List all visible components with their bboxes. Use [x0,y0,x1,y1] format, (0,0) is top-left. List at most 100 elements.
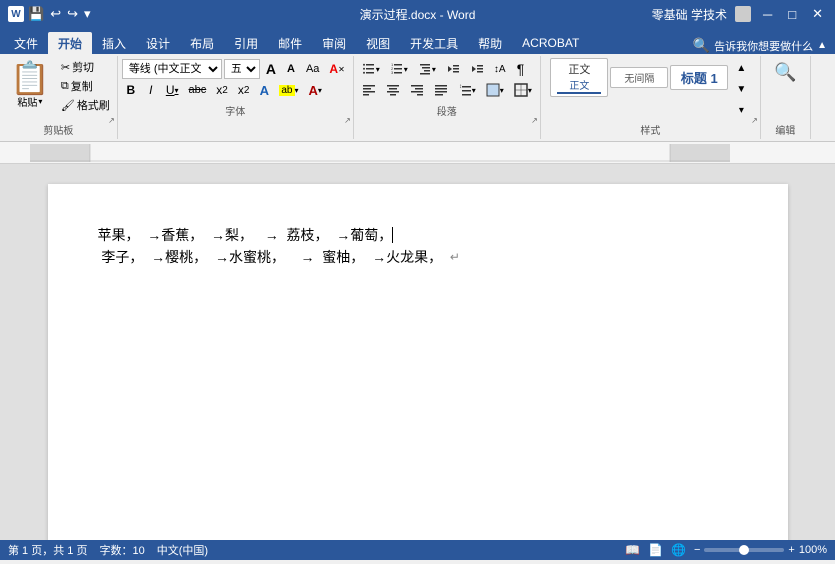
strikethrough-button[interactable]: abc [185,80,211,100]
save-button[interactable]: 💾 [28,6,44,22]
page-count: 第 1 页，共 1 页 [8,542,87,558]
font-color-dropdown[interactable]: ▾ [318,86,322,95]
title-bar: W 💾 ↩ ↪ ▾ 演示过程.docx - Word 零基础 学技术 ─ □ ✕ [0,0,835,28]
quick-access-toolbar: 💾 ↩ ↪ ▾ [28,6,91,22]
group-clipboard: 📋 粘贴 ▾ ✂ 剪切 ⧉ 复制 🖌 格式刷 [0,56,118,139]
find-button[interactable]: 🔍 [770,62,800,82]
line-spacing-button[interactable]: ↕ ▾ [454,80,480,100]
ribbon-collapse-button[interactable]: ▲ [817,40,827,51]
redo-button[interactable]: ↪ [67,6,78,22]
tab-file[interactable]: 文件 [4,32,48,54]
highlight-dropdown[interactable]: ▾ [295,86,299,95]
style-heading1[interactable]: 标题 1 [670,65,728,90]
bullets-button[interactable]: ▾ [358,59,384,79]
font-style-row: B I U ▾ abc x2 x2 A ab ▾ [122,80,349,100]
multilevel-icon [418,62,432,76]
paste-label: 粘贴 [17,94,37,109]
text-effect-button[interactable]: A [255,80,273,100]
para-expand-icon[interactable]: ↗ [531,116,538,125]
multilevel-dropdown[interactable]: ▾ [432,65,436,74]
clipboard-expand-icon[interactable]: ↗ [108,116,115,125]
font-shrink-button[interactable]: A [282,59,300,79]
styles-scroll-up[interactable]: ▲ [732,58,750,78]
style-normal[interactable]: 正文 正文 [550,58,608,97]
borders-button[interactable]: ▾ [510,80,536,100]
close-button[interactable]: ✕ [808,6,827,22]
tab-mailings[interactable]: 邮件 [268,32,312,54]
search-ribbon-label[interactable]: 告诉我你想要做什么 [714,38,813,54]
zoom-in-button[interactable]: + [788,544,794,556]
change-case-button[interactable]: Aa [302,59,323,79]
document-content-area[interactable]: 苹果， →香蕉， →梨， → 荔枝， →葡萄， 李子， →樱桃， →水蜜桃， →… [98,224,738,269]
numbering-button[interactable]: 123 ▾ [386,59,412,79]
style-no-spacing[interactable]: 无间隔 [610,67,668,88]
sort-button[interactable]: ↕A [490,59,510,79]
align-left-icon [362,83,376,97]
font-color-button[interactable]: A ▾ [305,80,326,100]
page-area[interactable]: 苹果， →香蕉， →梨， → 荔枝， →葡萄， 李子， →樱桃， →水蜜桃， →… [0,164,835,540]
tab-review[interactable]: 审阅 [312,32,356,54]
font-name-select[interactable]: 等线 (中文正文 [122,59,222,79]
align-right-button[interactable] [406,80,428,100]
increase-indent-button[interactable] [466,59,488,79]
underline-dropdown[interactable]: ▾ [174,86,178,95]
show-marks-button[interactable]: ¶ [512,59,530,79]
tab-layout[interactable]: 布局 [180,32,224,54]
editing-content: 🔍 [766,58,804,120]
decrease-indent-button[interactable] [442,59,464,79]
align-left-button[interactable] [358,80,380,100]
document-page[interactable]: 苹果， →香蕉， →梨， → 荔枝， →葡萄， 李子， →樱桃， →水蜜桃， →… [48,184,788,540]
font-expand-icon[interactable]: ↗ [344,116,351,125]
increase-indent-icon [470,62,484,76]
bold-button[interactable]: B [122,80,140,100]
copy-button[interactable]: ⧉ 复制 [58,77,113,95]
zoom-out-button[interactable]: − [694,544,700,556]
underline-button[interactable]: U ▾ [162,80,183,100]
zoom-level: 100% [799,544,827,556]
format-painter-button[interactable]: 🖌 格式刷 [58,96,113,114]
subscript-button[interactable]: x2 [212,80,232,100]
tab-references[interactable]: 引用 [224,32,268,54]
align-center-button[interactable] [382,80,404,100]
minimize-button[interactable]: ─ [759,7,776,22]
paste-label-row: 粘贴 ▾ [17,94,42,109]
group-styles: 正文 正文 无间隔 标题 1 ▲ ▼ ▾ 样式 ↗ [541,56,761,139]
justify-button[interactable] [430,80,452,100]
tab-insert[interactable]: 插入 [92,32,136,54]
document-title: 演示过程.docx - Word [360,6,476,23]
numbering-dropdown[interactable]: ▾ [404,65,408,74]
shading-button[interactable]: ▾ [482,80,508,100]
paste-dropdown-icon[interactable]: ▾ [38,97,42,106]
tab-help[interactable]: 帮助 [468,32,512,54]
superscript-button[interactable]: x2 [234,80,254,100]
clear-format-button[interactable]: A✕ [325,59,348,79]
read-view-icon[interactable]: 📖 [625,543,640,557]
borders-dropdown[interactable]: ▾ [528,86,532,95]
tab-view[interactable]: 视图 [356,32,400,54]
styles-expand-icon[interactable]: ↗ [751,116,758,125]
styles-expand[interactable]: ▾ [732,100,750,120]
maximize-button[interactable]: □ [784,7,800,22]
web-view-icon[interactable]: 🌐 [671,543,686,557]
clipboard-small-buttons: ✂ 剪切 ⧉ 复制 🖌 格式刷 [58,58,113,114]
font-grow-button[interactable]: A [262,59,280,79]
highlight-button[interactable]: ab ▾ [275,80,302,100]
undo-button[interactable]: ↩ [50,6,61,22]
line-spacing-dropdown[interactable]: ▾ [472,86,476,95]
search-ribbon-button[interactable]: 🔍 [693,37,710,54]
cut-button[interactable]: ✂ 剪切 [58,58,113,76]
tab-home[interactable]: 开始 [48,32,92,54]
tab-design[interactable]: 设计 [136,32,180,54]
bullets-dropdown[interactable]: ▾ [376,65,380,74]
tab-developer[interactable]: 开发工具 [400,32,468,54]
multilevel-button[interactable]: ▾ [414,59,440,79]
styles-scroll-down[interactable]: ▼ [732,79,750,99]
italic-button[interactable]: I [142,80,160,100]
print-view-icon[interactable]: 📄 [648,543,663,557]
font-size-select[interactable]: 五号 [224,59,260,79]
paste-button[interactable]: 📋 粘贴 ▾ [4,58,56,113]
shading-dropdown[interactable]: ▾ [500,86,504,95]
customize-quick-access-button[interactable]: ▾ [84,6,91,22]
tab-acrobat[interactable]: ACROBAT [512,32,589,54]
zoom-slider[interactable] [704,548,784,552]
